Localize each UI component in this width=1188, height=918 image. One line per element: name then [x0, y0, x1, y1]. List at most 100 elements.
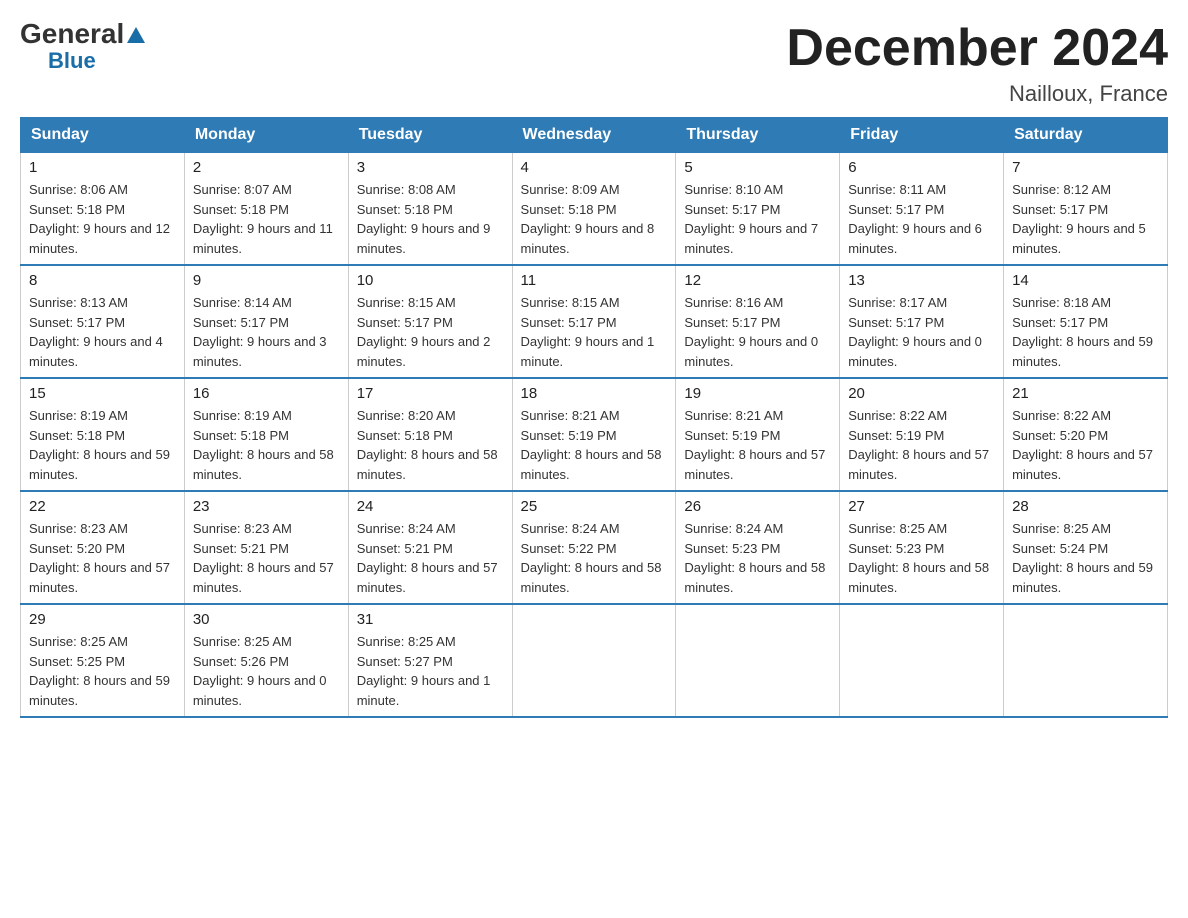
day-info: Sunrise: 8:24 AM Sunset: 5:22 PM Dayligh…	[521, 519, 668, 597]
table-row: 11 Sunrise: 8:15 AM Sunset: 5:17 PM Dayl…	[512, 265, 676, 378]
day-number: 3	[357, 159, 504, 176]
table-row: 28 Sunrise: 8:25 AM Sunset: 5:24 PM Dayl…	[1004, 491, 1168, 604]
day-number: 13	[848, 272, 995, 289]
logo: General Blue	[20, 20, 145, 74]
day-number: 26	[684, 498, 831, 515]
day-number: 19	[684, 385, 831, 402]
day-number: 14	[1012, 272, 1159, 289]
day-info: Sunrise: 8:25 AM Sunset: 5:24 PM Dayligh…	[1012, 519, 1159, 597]
day-info: Sunrise: 8:22 AM Sunset: 5:20 PM Dayligh…	[1012, 406, 1159, 484]
calendar-week-4: 22 Sunrise: 8:23 AM Sunset: 5:20 PM Dayl…	[21, 491, 1168, 604]
day-info: Sunrise: 8:20 AM Sunset: 5:18 PM Dayligh…	[357, 406, 504, 484]
table-row: 24 Sunrise: 8:24 AM Sunset: 5:21 PM Dayl…	[348, 491, 512, 604]
day-info: Sunrise: 8:25 AM Sunset: 5:27 PM Dayligh…	[357, 632, 504, 710]
day-info: Sunrise: 8:25 AM Sunset: 5:23 PM Dayligh…	[848, 519, 995, 597]
col-saturday: Saturday	[1004, 118, 1168, 153]
calendar-week-1: 1 Sunrise: 8:06 AM Sunset: 5:18 PM Dayli…	[21, 153, 1168, 266]
page-header: General Blue December 2024 Nailloux, Fra…	[20, 20, 1168, 107]
day-info: Sunrise: 8:21 AM Sunset: 5:19 PM Dayligh…	[684, 406, 831, 484]
day-info: Sunrise: 8:24 AM Sunset: 5:23 PM Dayligh…	[684, 519, 831, 597]
day-info: Sunrise: 8:21 AM Sunset: 5:19 PM Dayligh…	[521, 406, 668, 484]
table-row: 5 Sunrise: 8:10 AM Sunset: 5:17 PM Dayli…	[676, 153, 840, 266]
day-number: 18	[521, 385, 668, 402]
logo-general-text: General	[20, 20, 145, 48]
day-info: Sunrise: 8:19 AM Sunset: 5:18 PM Dayligh…	[193, 406, 340, 484]
table-row	[676, 604, 840, 717]
table-row: 14 Sunrise: 8:18 AM Sunset: 5:17 PM Dayl…	[1004, 265, 1168, 378]
table-row: 20 Sunrise: 8:22 AM Sunset: 5:19 PM Dayl…	[840, 378, 1004, 491]
col-wednesday: Wednesday	[512, 118, 676, 153]
table-row: 16 Sunrise: 8:19 AM Sunset: 5:18 PM Dayl…	[184, 378, 348, 491]
day-number: 24	[357, 498, 504, 515]
table-row: 23 Sunrise: 8:23 AM Sunset: 5:21 PM Dayl…	[184, 491, 348, 604]
calendar-week-3: 15 Sunrise: 8:19 AM Sunset: 5:18 PM Dayl…	[21, 378, 1168, 491]
col-friday: Friday	[840, 118, 1004, 153]
table-row: 19 Sunrise: 8:21 AM Sunset: 5:19 PM Dayl…	[676, 378, 840, 491]
day-number: 15	[29, 385, 176, 402]
table-row: 18 Sunrise: 8:21 AM Sunset: 5:19 PM Dayl…	[512, 378, 676, 491]
table-row: 7 Sunrise: 8:12 AM Sunset: 5:17 PM Dayli…	[1004, 153, 1168, 266]
day-number: 11	[521, 272, 668, 289]
table-row: 15 Sunrise: 8:19 AM Sunset: 5:18 PM Dayl…	[21, 378, 185, 491]
table-row: 6 Sunrise: 8:11 AM Sunset: 5:17 PM Dayli…	[840, 153, 1004, 266]
calendar-week-5: 29 Sunrise: 8:25 AM Sunset: 5:25 PM Dayl…	[21, 604, 1168, 717]
table-row: 4 Sunrise: 8:09 AM Sunset: 5:18 PM Dayli…	[512, 153, 676, 266]
col-thursday: Thursday	[676, 118, 840, 153]
day-number: 6	[848, 159, 995, 176]
calendar-table: Sunday Monday Tuesday Wednesday Thursday…	[20, 117, 1168, 718]
day-number: 5	[684, 159, 831, 176]
table-row: 13 Sunrise: 8:17 AM Sunset: 5:17 PM Dayl…	[840, 265, 1004, 378]
table-row	[840, 604, 1004, 717]
day-number: 31	[357, 611, 504, 628]
day-number: 1	[29, 159, 176, 176]
col-sunday: Sunday	[21, 118, 185, 153]
table-row: 25 Sunrise: 8:24 AM Sunset: 5:22 PM Dayl…	[512, 491, 676, 604]
table-row: 9 Sunrise: 8:14 AM Sunset: 5:17 PM Dayli…	[184, 265, 348, 378]
table-row: 3 Sunrise: 8:08 AM Sunset: 5:18 PM Dayli…	[348, 153, 512, 266]
table-row: 2 Sunrise: 8:07 AM Sunset: 5:18 PM Dayli…	[184, 153, 348, 266]
table-row	[1004, 604, 1168, 717]
table-row: 21 Sunrise: 8:22 AM Sunset: 5:20 PM Dayl…	[1004, 378, 1168, 491]
day-number: 8	[29, 272, 176, 289]
day-info: Sunrise: 8:19 AM Sunset: 5:18 PM Dayligh…	[29, 406, 176, 484]
logo-blue-text: Blue	[48, 48, 96, 74]
table-row: 26 Sunrise: 8:24 AM Sunset: 5:23 PM Dayl…	[676, 491, 840, 604]
day-number: 25	[521, 498, 668, 515]
col-tuesday: Tuesday	[348, 118, 512, 153]
table-row: 12 Sunrise: 8:16 AM Sunset: 5:17 PM Dayl…	[676, 265, 840, 378]
day-number: 27	[848, 498, 995, 515]
day-number: 16	[193, 385, 340, 402]
day-info: Sunrise: 8:15 AM Sunset: 5:17 PM Dayligh…	[357, 293, 504, 371]
day-info: Sunrise: 8:23 AM Sunset: 5:21 PM Dayligh…	[193, 519, 340, 597]
table-row	[512, 604, 676, 717]
calendar-subtitle: Nailloux, France	[786, 81, 1168, 107]
col-monday: Monday	[184, 118, 348, 153]
table-row: 31 Sunrise: 8:25 AM Sunset: 5:27 PM Dayl…	[348, 604, 512, 717]
day-number: 2	[193, 159, 340, 176]
day-number: 9	[193, 272, 340, 289]
day-number: 22	[29, 498, 176, 515]
table-row: 1 Sunrise: 8:06 AM Sunset: 5:18 PM Dayli…	[21, 153, 185, 266]
day-number: 7	[1012, 159, 1159, 176]
day-number: 4	[521, 159, 668, 176]
table-row: 17 Sunrise: 8:20 AM Sunset: 5:18 PM Dayl…	[348, 378, 512, 491]
table-row: 27 Sunrise: 8:25 AM Sunset: 5:23 PM Dayl…	[840, 491, 1004, 604]
day-info: Sunrise: 8:15 AM Sunset: 5:17 PM Dayligh…	[521, 293, 668, 371]
calendar-week-2: 8 Sunrise: 8:13 AM Sunset: 5:17 PM Dayli…	[21, 265, 1168, 378]
title-section: December 2024 Nailloux, France	[786, 20, 1168, 107]
day-info: Sunrise: 8:08 AM Sunset: 5:18 PM Dayligh…	[357, 180, 504, 258]
day-info: Sunrise: 8:13 AM Sunset: 5:17 PM Dayligh…	[29, 293, 176, 371]
day-number: 28	[1012, 498, 1159, 515]
day-info: Sunrise: 8:17 AM Sunset: 5:17 PM Dayligh…	[848, 293, 995, 371]
day-info: Sunrise: 8:12 AM Sunset: 5:17 PM Dayligh…	[1012, 180, 1159, 258]
calendar-header-row: Sunday Monday Tuesday Wednesday Thursday…	[21, 118, 1168, 153]
day-info: Sunrise: 8:22 AM Sunset: 5:19 PM Dayligh…	[848, 406, 995, 484]
day-number: 23	[193, 498, 340, 515]
day-info: Sunrise: 8:09 AM Sunset: 5:18 PM Dayligh…	[521, 180, 668, 258]
day-info: Sunrise: 8:16 AM Sunset: 5:17 PM Dayligh…	[684, 293, 831, 371]
day-number: 20	[848, 385, 995, 402]
day-info: Sunrise: 8:06 AM Sunset: 5:18 PM Dayligh…	[29, 180, 176, 258]
day-info: Sunrise: 8:25 AM Sunset: 5:26 PM Dayligh…	[193, 632, 340, 710]
day-info: Sunrise: 8:14 AM Sunset: 5:17 PM Dayligh…	[193, 293, 340, 371]
table-row: 30 Sunrise: 8:25 AM Sunset: 5:26 PM Dayl…	[184, 604, 348, 717]
